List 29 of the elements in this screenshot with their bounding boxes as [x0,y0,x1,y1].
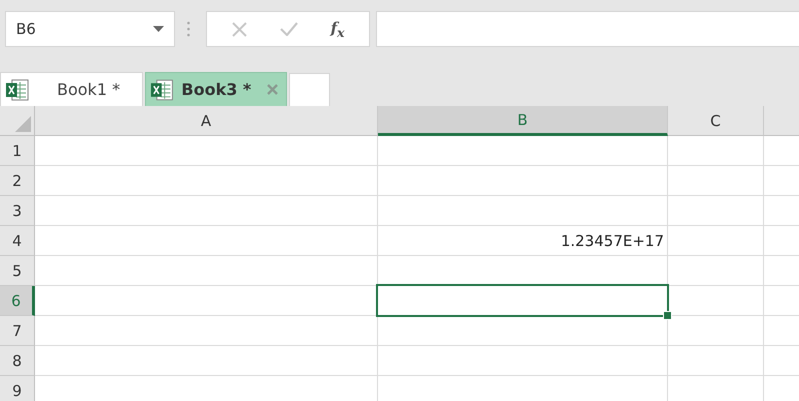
formula-field[interactable] [376,11,799,47]
name-box[interactable]: B6 [5,11,175,47]
column-header[interactable]: C [668,106,764,136]
row-header[interactable]: 3 [0,196,35,226]
close-icon[interactable] [232,22,247,36]
fill-handle[interactable] [663,311,672,320]
select-all-button[interactable] [0,106,35,136]
workbook-tab[interactable]: Book1 * [0,72,143,106]
row-header[interactable]: 5 [0,256,35,286]
row-header[interactable]: 7 [0,316,35,346]
workbook-tab[interactable]: Book3 * [145,72,287,106]
row-header[interactable]: 6 [0,286,35,316]
row-header[interactable]: 2 [0,166,35,196]
grip-icon [187,21,190,37]
column-header[interactable]: B [378,106,668,136]
row-header[interactable]: 8 [0,346,35,376]
insert-function-button[interactable]: f$_{x}$ [330,18,344,40]
dropdown-icon [153,26,164,32]
column-header[interactable]: A [35,106,378,136]
close-icon[interactable] [267,84,278,95]
spreadsheet-icon [5,78,29,100]
row-header[interactable]: 4 [0,226,35,256]
new-tab-button[interactable] [289,73,330,106]
check-icon[interactable] [280,22,298,36]
table-cell-text: 1.23457E+17 [560,230,665,252]
row-header[interactable]: 1 [0,136,35,166]
corner-triangle-icon [15,116,31,132]
row-header[interactable]: 9 [0,376,35,401]
spreadsheet-icon [150,78,174,100]
